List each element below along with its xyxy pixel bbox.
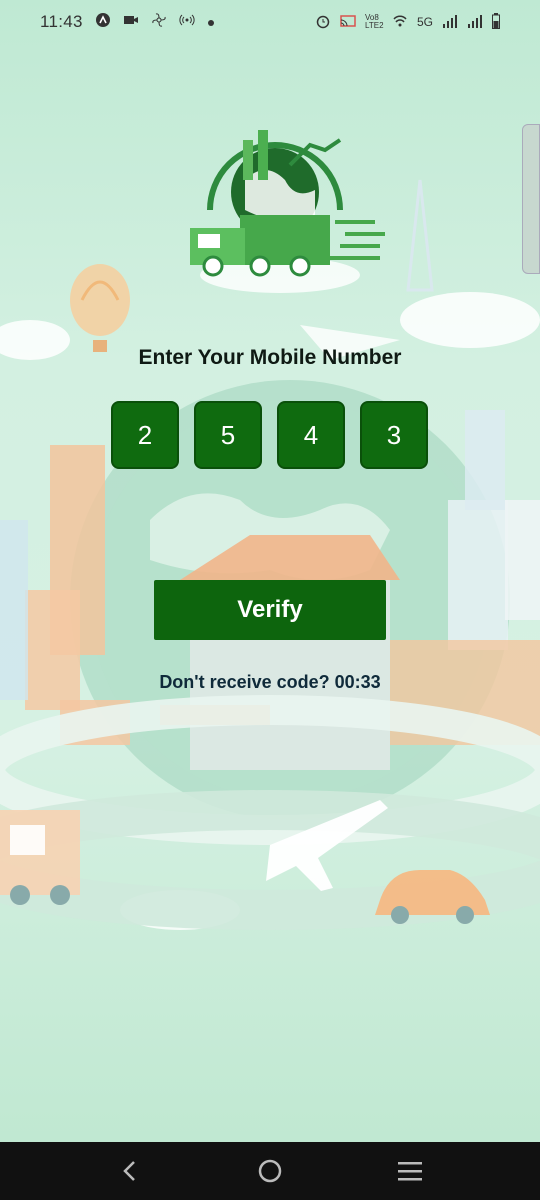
page-title: Enter Your Mobile Number: [138, 346, 402, 369]
network-label: 5G: [416, 15, 433, 29]
status-time: 11:43: [40, 12, 83, 31]
otp-digit-4[interactable]: 3: [360, 401, 428, 469]
signal-icon: [442, 13, 458, 32]
otp-digit-3[interactable]: 4: [277, 401, 345, 469]
menu-icon[interactable]: [380, 1151, 440, 1191]
verify-button[interactable]: Verify: [154, 580, 386, 640]
navigation-bar: [0, 1142, 540, 1200]
otp-digit-1[interactable]: 2: [111, 401, 179, 469]
home-icon[interactable]: [240, 1151, 300, 1191]
wifi-icon: [392, 13, 408, 32]
video-icon: [123, 12, 139, 33]
otp-input-row: 2 5 4 3: [111, 401, 428, 469]
cast-icon: [340, 13, 356, 32]
signal-icon: [467, 13, 483, 32]
battery-icon: [492, 12, 500, 32]
otp-digit-2[interactable]: 5: [194, 401, 262, 469]
fan-icon: [151, 12, 167, 33]
hotspot-icon: [179, 12, 195, 33]
logo-icon: [190, 130, 385, 277]
volte-label: Vo8 LTE2: [364, 13, 384, 30]
back-icon[interactable]: [100, 1151, 160, 1191]
screen: 11:43 Vo8 LTE2 5G Enter Your Mobile Numb…: [0, 0, 540, 1200]
resend-code-text[interactable]: Don't receive code? 00:33: [0, 672, 540, 693]
status-bar: 11:43 Vo8 LTE2 5G: [0, 0, 540, 44]
assistant-icon: [95, 12, 111, 33]
dot-icon: [207, 12, 215, 32]
background-illustration: [0, 130, 540, 930]
alarm-icon: [315, 13, 331, 32]
side-scroll-tab[interactable]: [522, 124, 540, 274]
